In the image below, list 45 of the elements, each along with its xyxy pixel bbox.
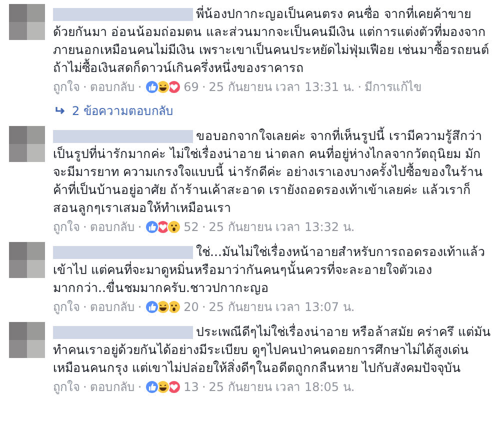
separator-dot: · bbox=[138, 79, 142, 96]
comment-time: 25 กันยายน เวลา 18:05 น. bbox=[208, 379, 355, 396]
reaction-count: 52 bbox=[184, 219, 199, 236]
comment-time: 25 กันยายน เวลา 13:07 น. bbox=[208, 299, 355, 316]
thumbs-up-icon bbox=[144, 300, 159, 314]
like-link[interactable]: ถูกใจ bbox=[53, 78, 80, 96]
separator-dot: · bbox=[202, 219, 206, 236]
reply-arrow-icon bbox=[55, 106, 66, 116]
thumbs-up-icon bbox=[144, 80, 159, 94]
blurred-avatar bbox=[9, 322, 45, 358]
edited-label: มีการแก้ไข bbox=[364, 79, 422, 96]
blurred-avatar bbox=[9, 126, 45, 162]
thumbs-up-icon bbox=[144, 220, 159, 234]
separator-dot: · bbox=[138, 299, 142, 316]
separator-dot: · bbox=[358, 79, 362, 96]
reply-link[interactable]: ตอบกลับ bbox=[90, 78, 135, 96]
blurred-avatar bbox=[9, 4, 45, 40]
separator-dot: · bbox=[202, 79, 206, 96]
reply-link[interactable]: ตอบกลับ bbox=[90, 378, 135, 396]
reaction-count: 69 bbox=[184, 79, 199, 96]
reaction-count: 13 bbox=[184, 379, 199, 396]
thumbs-up-icon bbox=[144, 380, 159, 394]
reaction-count: 20 bbox=[184, 299, 199, 316]
separator-dot: · bbox=[138, 379, 142, 396]
comment-time: 25 กันยายน เวลา 13:31 น. bbox=[208, 79, 355, 96]
separator-dot: · bbox=[83, 79, 87, 96]
separator-dot: · bbox=[83, 219, 87, 236]
comment-text: พี่น้องปกากะญอเป็นคนตรง คนซื่อ จากที่เคยค้าขายด้วยกันมา อ่อนน้อมถ่อมตน และส่วนมากจะเป็นคนมีเงิน แต่การแต่งตัวที่มองจากภายนอกเหมือนคนไม่มีเงิน เพราะเขาเป็นคนประหยัดไม่ฟุ่มเฟือย เช่นมาซื้อรถยนต์ถ้าไม่ซื้อเงินสดก็ดาวน์เกินครึ่งหนึ่งของราคารถ bbox=[53, 4, 490, 77]
separator-dot: · bbox=[138, 219, 142, 236]
view-replies-link[interactable]: 2 ข้อความตอบกลับ bbox=[72, 102, 174, 120]
separator-dot: · bbox=[83, 299, 87, 316]
like-link[interactable]: ถูกใจ bbox=[53, 298, 80, 316]
blurred-avatar bbox=[9, 242, 45, 278]
comment-text: ใช่...มันไม่ใช่เรื่องหน้าอายสำหรับการถอดรองเท้าแล้วเข้าไป แต่คนที่จะมาดูหมิ่นหรือมาว่ากันคนๆนั้นควรที่จะละอายใจตัวเองมากกว่า..ขื่นชมมากครับ.ชาวปกากะญอ bbox=[53, 242, 486, 297]
surprised-face-icon bbox=[166, 220, 181, 234]
like-link[interactable]: ถูกใจ bbox=[53, 378, 80, 396]
comment-time: 25 กันยายน เวลา 13:32 น. bbox=[208, 219, 355, 236]
reply-link[interactable]: ตอบกลับ bbox=[90, 218, 135, 236]
separator-dot: · bbox=[83, 379, 87, 396]
separator-dot: · bbox=[202, 379, 206, 396]
comment-text: ประเพณีดีๆไม่ใช่เรื่องน่าอาย หรือล้าสมัย คร่าครึ แต่มันทำคนเราอยู่ด้วยกันได้อย่างมีระเบียบ ดูๆไปคนป่าคนดอยการศึกษาไม่ได้สูงเด่นเหมือนคนกรุง แต่เขาไม่ปล่อยให้สิ่งดีๆในอดีตถูกกลืนหาย ไปกับสังคมปัจจุบัน bbox=[53, 322, 491, 377]
reply-link[interactable]: ตอบกลับ bbox=[90, 298, 135, 316]
separator-dot: · bbox=[202, 299, 206, 316]
comment-text: ขอบอกจากใจเลยค่ะ จากที่เห็นรูปนี้ เรามีความรู้สึกว่าเป็นรูปที่น่ารักมากค่ะ ไม่ใช่เรื่องน่าอาย น่าตลก คนที่อยู่ห่างไกลจากวัตถุนิยม มักจะมีมารยาท ความเกรงใจแบบนี้ น่ารักดีค่ะ อย่างเราเองบางครั้งไปซื้อของในร้านค้าที่เป็นบ้านอยู่อาศัย ถ้าร้านเค้าสะอาด เรายังถอดรองเท้าเข้าเลยค่ะ แล้วเราก็สอนลูกๆเราเสมอให้ทำเหมือนเรา bbox=[53, 126, 484, 217]
like-link[interactable]: ถูกใจ bbox=[53, 218, 80, 236]
